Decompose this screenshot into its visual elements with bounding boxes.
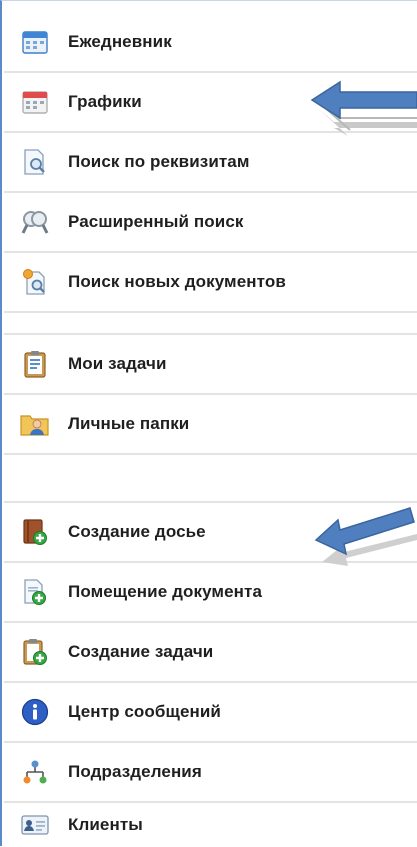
menu-item-label: Центр сообщений <box>68 702 221 721</box>
new-document-search-icon <box>20 267 50 297</box>
menu-item-label: Поиск новых документов <box>68 272 286 291</box>
menu-item-label: Личные папки <box>68 414 190 433</box>
user-folder-icon <box>20 409 50 439</box>
document-search-icon <box>20 147 50 177</box>
menu-item-label: Расширенный поиск <box>68 212 244 231</box>
left-arrow-icon <box>314 507 417 566</box>
magnifier-icon <box>20 207 50 237</box>
dossier-add-icon <box>20 517 50 547</box>
menu-item-label: Клиенты <box>68 815 143 834</box>
menu-item-label: Создание досье <box>68 522 206 541</box>
org-structure-icon <box>20 757 50 787</box>
info-icon <box>20 697 50 727</box>
menu-item-search-by-details[interactable]: Поиск по реквизитам <box>4 133 417 193</box>
calendar-blue-icon <box>20 27 50 57</box>
menu-separator <box>4 313 417 335</box>
menu-item-message-center[interactable]: Центр сообщений <box>4 683 417 743</box>
clipboard-tasks-icon <box>20 349 50 379</box>
left-arrow-icon <box>310 80 417 136</box>
menu-separator <box>4 455 417 503</box>
menu-item-label: Мои задачи <box>68 354 167 373</box>
menu-item-my-tasks[interactable]: Мои задачи <box>4 335 417 395</box>
menu-item-label: Создание задачи <box>68 642 214 661</box>
menu-item-label: Помещение документа <box>68 582 262 601</box>
menu-item-daily-planner[interactable]: Ежедневник <box>4 13 417 73</box>
menu-item-clients[interactable]: Клиенты <box>4 803 417 847</box>
menu-item-label: Графики <box>68 92 142 111</box>
document-add-icon <box>20 577 50 607</box>
calendar-red-icon <box>20 87 50 117</box>
menu-item-label: Поиск по реквизитам <box>68 152 250 171</box>
menu-item-advanced-search[interactable]: Расширенный поиск <box>4 193 417 253</box>
task-add-icon <box>20 637 50 667</box>
menu-item-place-document[interactable]: Помещение документа <box>4 563 417 623</box>
menu-item-personal-folders[interactable]: Личные папки <box>4 395 417 455</box>
menu-item-new-documents-search[interactable]: Поиск новых документов <box>4 253 417 313</box>
menu-item-departments[interactable]: Подразделения <box>4 743 417 803</box>
client-card-icon <box>20 810 50 840</box>
menu-item-create-task[interactable]: Создание задачи <box>4 623 417 683</box>
menu-item-label: Подразделения <box>68 762 202 781</box>
menu-item-label: Ежедневник <box>68 32 172 51</box>
